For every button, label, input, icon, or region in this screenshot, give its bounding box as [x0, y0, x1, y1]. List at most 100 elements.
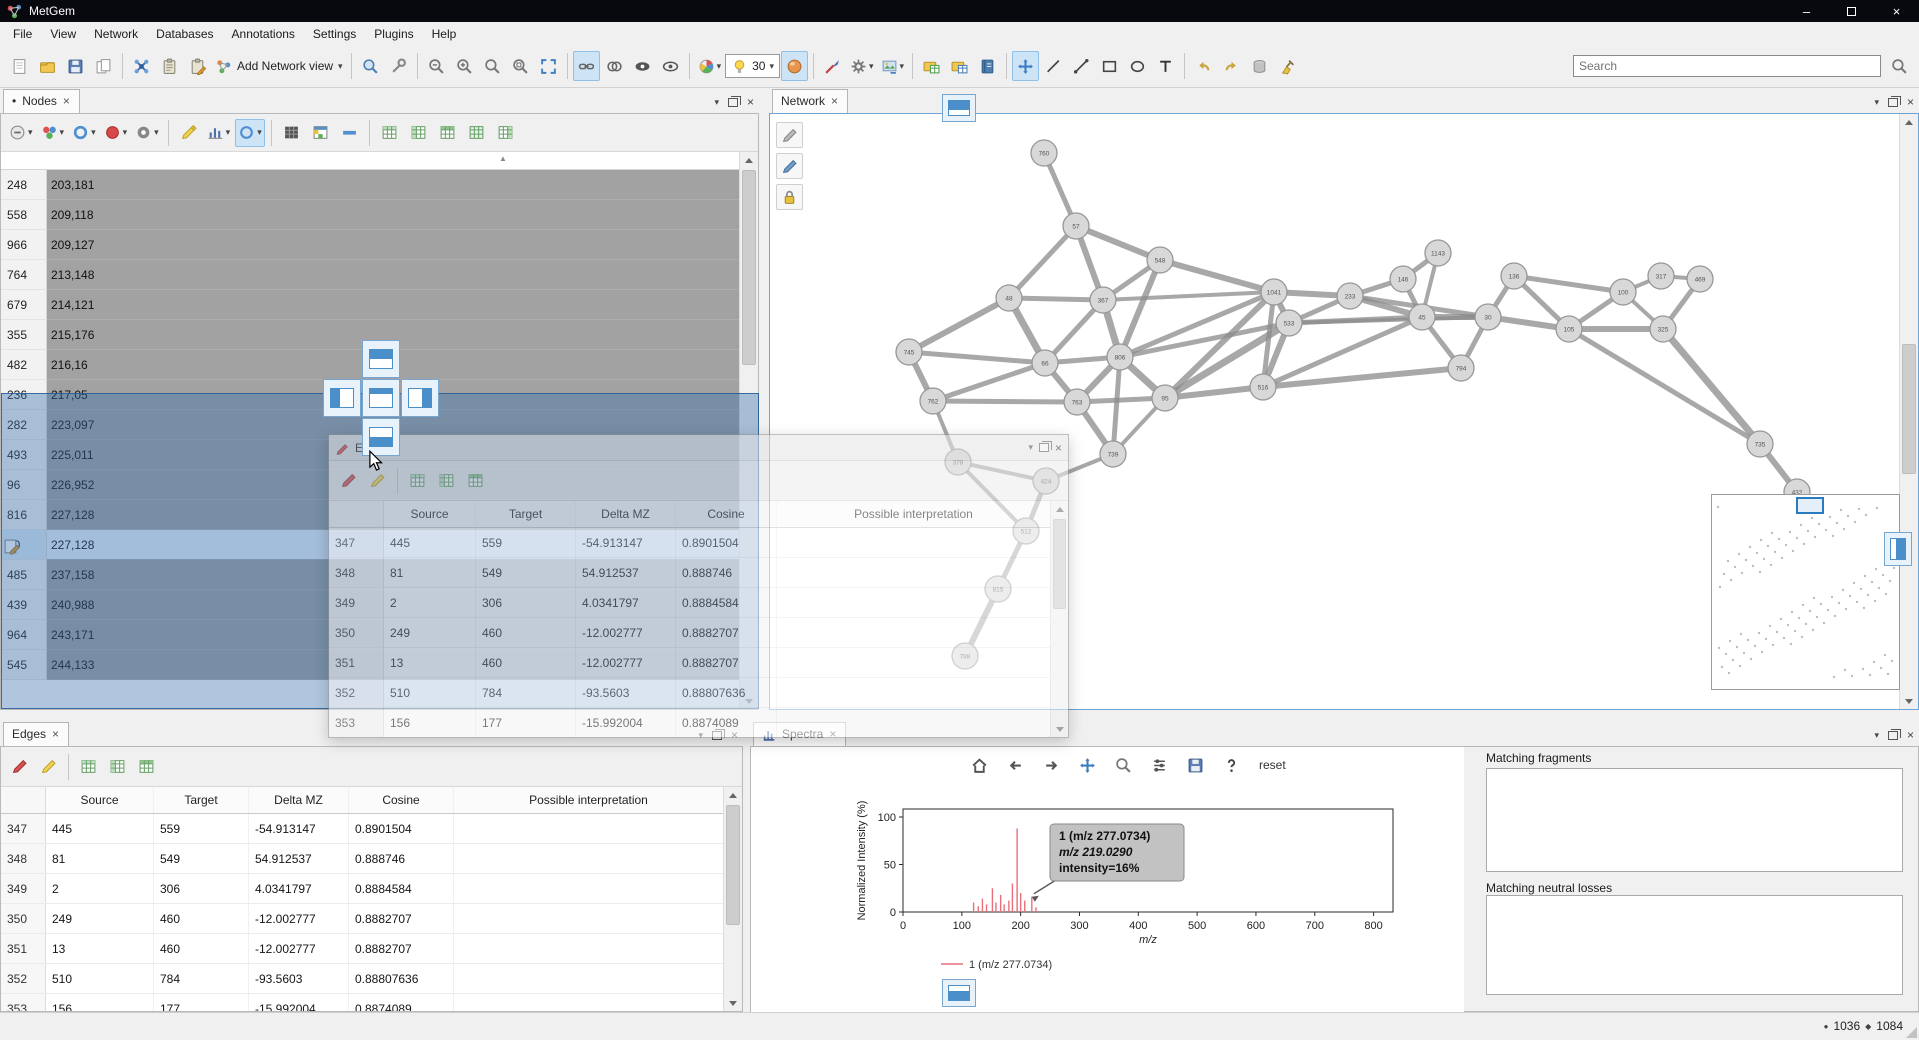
- network-dock-close-icon[interactable]: ×: [1907, 95, 1914, 109]
- cell[interactable]: 156: [384, 708, 476, 737]
- row-header[interactable]: 558: [1, 200, 47, 230]
- network-node[interactable]: 136: [1501, 263, 1527, 289]
- cell[interactable]: 510: [46, 964, 154, 993]
- cell[interactable]: -15.992004: [249, 994, 349, 1011]
- cell[interactable]: 156: [46, 994, 154, 1011]
- cell[interactable]: 559: [476, 528, 576, 557]
- cell[interactable]: [454, 904, 723, 933]
- column-header[interactable]: Target: [476, 501, 576, 527]
- clear-annotations-button[interactable]: [1274, 51, 1301, 81]
- mz-cell[interactable]: 209,118: [47, 200, 739, 230]
- link-selection-button[interactable]: [573, 51, 600, 81]
- cell[interactable]: 4.0341797: [576, 588, 676, 617]
- spectrum-zoom-button[interactable]: [1110, 752, 1137, 778]
- row-header[interactable]: 350: [1, 904, 46, 933]
- maximize-button[interactable]: [1829, 0, 1874, 22]
- network-node[interactable]: 95: [1152, 385, 1178, 411]
- cell[interactable]: 249: [384, 618, 476, 647]
- cell[interactable]: [454, 934, 723, 963]
- import-metadata-button[interactable]: [156, 51, 183, 81]
- row-header[interactable]: 248: [1, 170, 47, 200]
- columns-view-5-button[interactable]: [492, 119, 519, 147]
- spectrum-forward-button[interactable]: [1038, 752, 1065, 778]
- matching-neutral-losses-box[interactable]: [1486, 895, 1903, 995]
- export-image-button[interactable]: ▾: [878, 51, 908, 81]
- columns-view-1-button[interactable]: [376, 119, 403, 147]
- row-header[interactable]: 679: [1, 290, 47, 320]
- zoom-reset-button[interactable]: [479, 51, 506, 81]
- search-input[interactable]: [1574, 56, 1880, 76]
- rect-tool-button[interactable]: [1096, 51, 1123, 81]
- network-node[interactable]: 762: [920, 388, 946, 414]
- hide-selected-columns-button[interactable]: [336, 119, 363, 147]
- map-column-button[interactable]: ▾: [235, 119, 265, 147]
- dock-guide-left[interactable]: [323, 379, 361, 417]
- floating-panel-close-icon[interactable]: ×: [1055, 441, 1062, 455]
- columns-view-2-button[interactable]: [405, 119, 432, 147]
- tab-nodes[interactable]: • Nodes ×: [3, 89, 80, 113]
- row-header[interactable]: 353: [1, 994, 46, 1011]
- window-dock-guide-top[interactable]: [942, 94, 976, 122]
- cell[interactable]: 2: [384, 588, 476, 617]
- mz-cell[interactable]: 214,121: [47, 290, 739, 320]
- column-header[interactable]: Target: [154, 787, 249, 813]
- column-header[interactable]: Cosine: [349, 787, 454, 813]
- row-header[interactable]: 353: [329, 708, 384, 737]
- spectrum-reset-button[interactable]: reset: [1254, 752, 1291, 778]
- network-node[interactable]: 516: [1250, 374, 1276, 400]
- cell[interactable]: 249: [46, 904, 154, 933]
- cell[interactable]: [777, 618, 1050, 647]
- columns-view-3-button[interactable]: [434, 119, 461, 147]
- network-node[interactable]: 66: [1032, 350, 1058, 376]
- link-views-button[interactable]: [601, 51, 628, 81]
- cell[interactable]: -54.913147: [249, 814, 349, 843]
- mz-cell[interactable]: 209,127: [47, 230, 739, 260]
- highlight-red-button[interactable]: [335, 466, 362, 496]
- cell[interactable]: 0.8884584: [676, 588, 777, 617]
- column-header[interactable]: Source: [384, 501, 476, 527]
- hide-unselected-button[interactable]: [629, 51, 656, 81]
- spectrum-back-button[interactable]: [1002, 752, 1029, 778]
- edges-table-row[interactable]: 34923064.03417970.8884584: [329, 588, 1050, 618]
- network-node[interactable]: 57: [1063, 213, 1089, 239]
- tab-edges[interactable]: Edges ×: [3, 722, 69, 746]
- cell[interactable]: 460: [476, 618, 576, 647]
- cell[interactable]: [777, 528, 1050, 557]
- nodes-table-header[interactable]: ▲: [1, 152, 739, 170]
- cell[interactable]: -12.002777: [249, 934, 349, 963]
- menu-help[interactable]: Help: [423, 24, 466, 44]
- columns-view-3-button[interactable]: [462, 466, 489, 496]
- spectrum-configure-button[interactable]: [1146, 752, 1173, 778]
- tab-edges-close-icon[interactable]: ×: [52, 728, 59, 740]
- cell[interactable]: [454, 964, 723, 993]
- edges-table-row[interactable]: 352510784-93.56030.88807636: [1, 964, 723, 994]
- edges-table-row[interactable]: 3488154954.9125370.888746: [329, 558, 1050, 588]
- cell[interactable]: -12.002777: [576, 618, 676, 647]
- network-node[interactable]: 233: [1337, 283, 1363, 309]
- minimap-viewport[interactable]: [1796, 497, 1824, 514]
- close-button[interactable]: ×: [1874, 0, 1919, 22]
- row-header[interactable]: 350: [329, 618, 384, 647]
- pie-mapping-button[interactable]: [819, 51, 846, 81]
- cell[interactable]: [454, 994, 723, 1011]
- nodes-dock-float-icon[interactable]: [728, 98, 738, 107]
- cell[interactable]: 2: [46, 874, 154, 903]
- floating-panel-float-icon[interactable]: [1039, 443, 1049, 452]
- row-header[interactable]: 352: [329, 678, 384, 707]
- cell[interactable]: 784: [154, 964, 249, 993]
- cell[interactable]: -12.002777: [249, 904, 349, 933]
- columns-view-2-button[interactable]: [104, 753, 131, 781]
- cell[interactable]: [777, 678, 1050, 707]
- annotate-color-button[interactable]: [776, 153, 803, 179]
- color-mapping-button[interactable]: ▾: [695, 51, 725, 81]
- row-header[interactable]: 351: [329, 648, 384, 677]
- spectrum-pan-button[interactable]: [1074, 752, 1101, 778]
- show-all-button[interactable]: [657, 51, 684, 81]
- row-header[interactable]: 355: [1, 320, 47, 350]
- tab-network-close-icon[interactable]: ×: [831, 95, 838, 107]
- edges-table-row[interactable]: 34923064.03417970.8884584: [1, 874, 723, 904]
- cell[interactable]: 549: [154, 844, 249, 873]
- floating-panel-scrollbar[interactable]: [1050, 501, 1068, 737]
- cell[interactable]: 0.88807636: [676, 678, 777, 707]
- cell[interactable]: [777, 558, 1050, 587]
